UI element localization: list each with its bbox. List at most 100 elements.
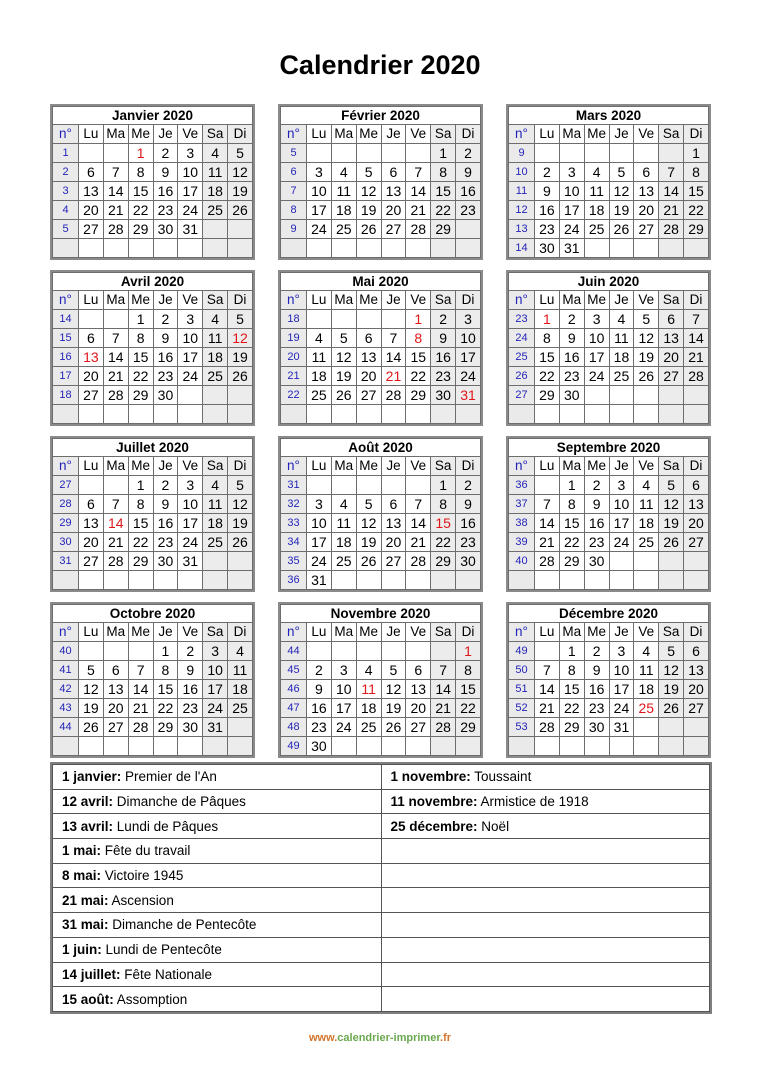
day-cell: 17 (177, 347, 204, 367)
day-cell (355, 404, 382, 424)
day-cell: 9 (306, 679, 332, 699)
week-number: 31 (52, 551, 79, 571)
month-title: Octobre 2020 (52, 604, 253, 623)
day-cell: 18 (583, 200, 610, 220)
day-cell: 4 (202, 475, 229, 495)
week-number: 20 (280, 347, 307, 367)
day-header: Me (127, 456, 154, 476)
day-cell: 21 (658, 200, 685, 220)
day-cell (127, 238, 154, 258)
week-number: 22 (280, 385, 307, 405)
day-cell (355, 238, 382, 258)
holiday-item: 21 mai: Ascension (52, 887, 382, 914)
day-cell (177, 238, 204, 258)
footer-website-link[interactable]: www.calendrier-imprimer.fr (0, 1032, 760, 1044)
week-row: 18 27 28 29 30 (52, 385, 253, 405)
day-cell: 3 (306, 494, 332, 514)
day-cell: 4 (583, 162, 610, 182)
day-cell: 15 (405, 347, 432, 367)
day-cell: 16 (455, 181, 481, 201)
day-cell: 13 (78, 347, 104, 367)
day-cell: 6 (355, 328, 382, 348)
month-calendar: Mars 2020 n° Lu Ma Me Je Ve Sa Di 9 1 10 2 3 4 5 6 7 8 11 9 1… (506, 104, 711, 260)
day-cell: 13 (683, 660, 709, 680)
day-cell (330, 475, 357, 495)
day-cell: 24 (306, 219, 332, 239)
day-header: Sa (658, 124, 685, 144)
week-row: 31 1 2 (280, 475, 481, 495)
day-header: Ma (558, 124, 585, 144)
day-cell: 2 (152, 143, 179, 163)
day-cell: 2 (455, 475, 481, 495)
month-title: Septembre 2020 (508, 438, 709, 457)
day-cell: 22 (534, 366, 560, 386)
holiday-label: Toussaint (470, 769, 532, 785)
day-cell (380, 570, 407, 590)
day-header: Ve (633, 290, 660, 310)
day-cell: 2 (583, 641, 610, 661)
day-cell: 20 (78, 532, 104, 552)
day-cell: 6 (633, 162, 660, 182)
day-header: Lu (78, 456, 104, 476)
day-cell: 22 (127, 366, 154, 386)
day-header: Me (355, 290, 382, 310)
day-cell (683, 570, 709, 590)
day-cell: 3 (608, 641, 635, 661)
day-cell: 6 (380, 494, 407, 514)
week-row: 37 7 8 9 10 11 12 13 (508, 494, 709, 514)
day-cell: 28 (127, 717, 154, 737)
day-cell: 15 (534, 347, 560, 367)
day-cell (227, 570, 253, 590)
day-cell: 8 (127, 494, 154, 514)
day-cell: 29 (405, 385, 432, 405)
day-cell: 10 (306, 181, 332, 201)
day-cell: 9 (152, 494, 179, 514)
day-cell: 28 (534, 717, 560, 737)
day-cell: 2 (583, 475, 610, 495)
week-number (508, 404, 535, 424)
week-number (52, 570, 79, 590)
week-number: 46 (280, 679, 307, 699)
day-cell: 13 (405, 679, 432, 699)
day-cell (405, 570, 432, 590)
month-title: Avril 2020 (52, 272, 253, 291)
day-cell (227, 385, 253, 405)
day-cell: 24 (306, 551, 332, 571)
day-cell: 8 (405, 328, 432, 348)
day-cell: 19 (608, 200, 635, 220)
day-header: Di (227, 622, 253, 642)
day-cell: 30 (430, 385, 457, 405)
day-cell: 10 (583, 328, 610, 348)
day-cell: 22 (152, 698, 179, 718)
day-cell: 6 (102, 660, 129, 680)
day-cell: 8 (127, 162, 154, 182)
day-cell: 15 (127, 513, 154, 533)
week-row: 36 1 2 3 4 5 6 (508, 475, 709, 495)
day-cell (608, 736, 635, 756)
day-cell: 15 (558, 679, 585, 699)
day-cell: 30 (152, 385, 179, 405)
day-cell: 14 (102, 513, 129, 533)
day-cell: 16 (152, 181, 179, 201)
page-title: Calendrier 2020 (279, 50, 481, 80)
day-cell: 22 (683, 200, 709, 220)
day-cell: 16 (177, 679, 204, 699)
day-header: Ma (102, 622, 129, 642)
day-cell: 25 (355, 717, 382, 737)
holiday-item (380, 887, 710, 914)
day-cell: 22 (558, 532, 585, 552)
day-cell: 21 (102, 200, 129, 220)
week-row: 33 10 11 12 13 14 15 16 (280, 513, 481, 533)
day-cell (202, 736, 229, 756)
day-header: Lu (78, 124, 104, 144)
day-cell: 13 (658, 328, 685, 348)
footer-suffix: .fr (440, 1032, 452, 1044)
week-number: 38 (508, 513, 535, 533)
day-cell: 3 (306, 162, 332, 182)
day-cell: 27 (380, 551, 407, 571)
month-title: Juin 2020 (508, 272, 709, 291)
day-cell (102, 309, 129, 329)
week-row: 51 14 15 16 17 18 19 20 (508, 679, 709, 699)
day-header: Ma (558, 622, 585, 642)
week-number: 9 (280, 219, 307, 239)
